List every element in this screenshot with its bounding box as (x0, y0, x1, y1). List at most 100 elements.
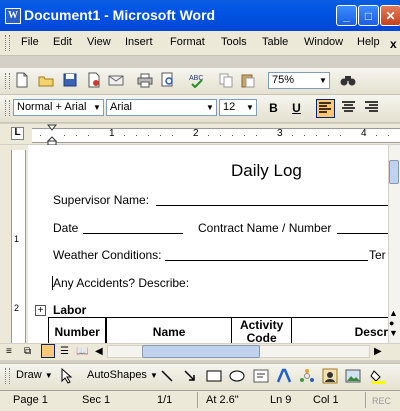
email-icon[interactable] (108, 72, 124, 88)
autoshapes-menu[interactable]: AutoShapes ▼ (87, 369, 158, 381)
status-record-macro[interactable]: REC (372, 396, 391, 406)
menu-view[interactable]: View (87, 36, 111, 48)
labor-table[interactable]: Number Name Activity Code Descr (48, 317, 388, 343)
accidents-label[interactable]: Any Accidents? Describe: (53, 276, 189, 290)
draw-menu[interactable]: Draw ▼ (16, 369, 53, 381)
contract-line[interactable] (337, 221, 388, 234)
save-icon[interactable] (62, 72, 78, 88)
indent-marker-icon[interactable] (47, 124, 58, 146)
weather-suffix[interactable]: Ter (369, 248, 386, 262)
scroll-right-icon[interactable]: ▶ (374, 346, 382, 357)
menu-help[interactable]: Help (357, 36, 380, 48)
select-browse-object-icon[interactable]: ● (389, 318, 394, 328)
close-button[interactable]: ✕ (380, 5, 400, 26)
date-line[interactable] (83, 221, 183, 234)
word-app-icon[interactable]: W (5, 8, 21, 24)
table-header-cell[interactable]: Number (48, 317, 108, 343)
reading-layout-icon[interactable]: 📖 (76, 346, 88, 357)
new-document-icon[interactable] (14, 72, 30, 88)
web-layout-icon[interactable]: ⧉ (24, 346, 31, 357)
table-move-handle-icon[interactable]: + (35, 305, 46, 316)
contract-label[interactable]: Contract Name / Number (198, 221, 331, 235)
menu-tools[interactable]: Tools (221, 36, 247, 48)
maximize-button[interactable]: □ (358, 5, 379, 26)
print-layout-icon[interactable] (41, 344, 55, 358)
section-title[interactable]: Labor (53, 303, 86, 317)
menu-grip[interactable] (5, 35, 10, 51)
ruler-number: 2 (193, 128, 199, 139)
print-icon[interactable] (137, 72, 153, 88)
previous-page-icon[interactable]: ▲ (389, 308, 398, 318)
status-line: Ln 9 (270, 394, 292, 406)
font-value: Arial (110, 101, 133, 113)
status-bar (0, 390, 400, 411)
chevron-down-icon[interactable]: ▼ (317, 73, 329, 88)
style-select[interactable]: Normal + Arial ▼ (13, 99, 104, 116)
insert-picture-icon[interactable] (345, 368, 361, 384)
standard-toolbar-grip[interactable] (5, 73, 10, 89)
table-header-cell[interactable]: Name (105, 317, 233, 343)
supervisor-line[interactable] (156, 193, 388, 206)
minimize-button[interactable]: _ (336, 5, 357, 26)
horizontal-ruler[interactable]: 1 2 3 4 (32, 128, 400, 143)
text-box-icon[interactable] (253, 368, 269, 384)
status-divider (197, 392, 198, 408)
normal-view-icon[interactable]: ≡ (6, 346, 12, 357)
rectangle-tool-icon[interactable] (206, 368, 222, 384)
scroll-left-icon[interactable]: ◀ (95, 346, 103, 357)
spelling-icon[interactable]: ABC (189, 72, 205, 88)
open-folder-icon[interactable] (38, 72, 54, 88)
permission-icon[interactable] (86, 72, 102, 88)
chevron-down-icon[interactable]: ▼ (244, 100, 256, 115)
formatting-toolbar-grip[interactable] (5, 100, 10, 116)
zoom-select[interactable]: 75% ▼ (268, 72, 330, 89)
select-objects-arrow-icon[interactable] (60, 368, 74, 384)
clip-art-icon[interactable] (322, 368, 338, 384)
document-page[interactable]: Daily Log Supervisor Name: Date Contract… (28, 145, 388, 343)
vertical-ruler[interactable] (11, 150, 26, 343)
print-preview-icon[interactable] (160, 72, 176, 88)
align-left-button[interactable] (316, 99, 335, 118)
paste-icon[interactable] (240, 72, 256, 88)
chevron-down-icon[interactable]: ▼ (204, 100, 216, 115)
table-header-cell[interactable]: Descr (291, 317, 388, 343)
weather-label[interactable]: Weather Conditions: (53, 248, 162, 262)
next-page-icon[interactable]: ▼ (389, 328, 398, 338)
table-header-cell[interactable]: Activity Code (231, 317, 293, 343)
chevron-down-icon[interactable]: ▼ (91, 100, 103, 115)
vertical-scroll-thumb[interactable] (389, 160, 399, 184)
align-right-button[interactable] (362, 99, 381, 118)
menu-file[interactable]: File (21, 36, 39, 48)
style-value: Normal + Arial (17, 101, 87, 113)
status-page: Page 1 (13, 394, 48, 406)
wordart-icon[interactable] (276, 368, 292, 384)
status-section: Sec 1 (82, 394, 111, 406)
document-heading[interactable]: Daily Log (231, 161, 302, 181)
menu-format[interactable]: Format (170, 36, 205, 48)
menu-window[interactable]: Window (304, 36, 343, 48)
align-center-button[interactable] (339, 99, 358, 118)
outline-view-icon[interactable]: ☰ (60, 346, 69, 357)
menu-insert[interactable]: Insert (125, 36, 153, 48)
horizontal-scroll-thumb[interactable] (142, 345, 260, 358)
line-tool-icon[interactable] (160, 368, 174, 384)
supervisor-label[interactable]: Supervisor Name: (53, 193, 149, 207)
oval-tool-icon[interactable] (229, 368, 245, 384)
fill-color-icon[interactable] (370, 368, 386, 384)
bold-button[interactable]: B (264, 99, 283, 118)
tab-selector[interactable]: L (11, 127, 24, 140)
font-size-select[interactable]: 12 ▼ (219, 99, 257, 116)
read-binoculars-icon[interactable] (340, 72, 356, 88)
date-label[interactable]: Date (53, 221, 78, 235)
underline-button[interactable]: U (287, 99, 306, 118)
close-document-icon[interactable]: x (390, 37, 397, 51)
font-select[interactable]: Arial ▼ (106, 99, 217, 116)
arrow-tool-icon[interactable] (183, 368, 197, 384)
menu-edit[interactable]: Edit (53, 36, 72, 48)
copy-icon[interactable] (218, 72, 234, 88)
menu-table[interactable]: Table (262, 36, 288, 48)
align-right-icon (365, 101, 378, 112)
diagram-icon[interactable] (299, 368, 315, 384)
weather-line[interactable] (165, 248, 368, 261)
drawing-toolbar-grip[interactable] (5, 368, 10, 384)
